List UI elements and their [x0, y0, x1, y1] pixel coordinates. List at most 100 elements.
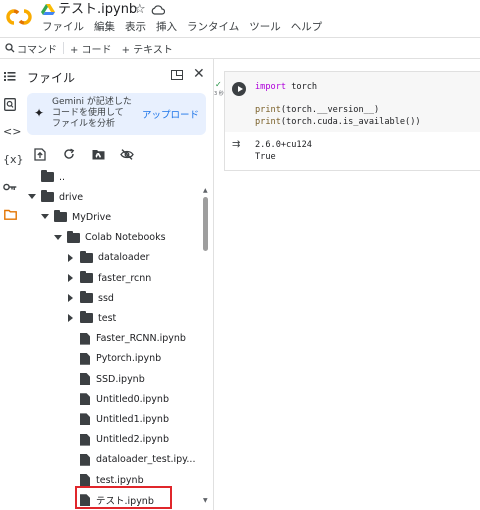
output-menu-icon[interactable]: ⇉	[232, 139, 240, 150]
code-snippets-icon[interactable]: <>	[3, 125, 21, 139]
panel-title: ファイル	[27, 71, 76, 85]
upload-button[interactable]: アップロード	[142, 107, 199, 121]
file-icon	[80, 393, 90, 406]
tree-item-label: test	[98, 312, 117, 324]
menu-bar: ファイル 編集 表示 挿入 ランタイム ツール ヘルプ	[42, 20, 322, 34]
chevron-right-icon[interactable]	[67, 253, 75, 262]
caret-spacer	[67, 375, 75, 383]
scroll-up-icon[interactable]: ▲	[203, 187, 208, 194]
menu-tools[interactable]: ツール	[249, 20, 281, 34]
gemini-text-line: ファイルを分析	[52, 119, 116, 129]
folder-item[interactable]: ssd	[67, 288, 114, 308]
upload-file-icon[interactable]	[32, 146, 48, 162]
chevron-down-icon[interactable]	[41, 213, 49, 221]
toolbar-divider	[63, 42, 64, 54]
code-text[interactable]: import torch print(torch.__version__) pr…	[255, 82, 421, 128]
caret-spacer	[67, 355, 75, 363]
menu-view[interactable]: 表示	[125, 20, 146, 34]
execution-time: 3 秒	[214, 91, 224, 97]
search-icon	[5, 43, 15, 53]
code-cell[interactable]: ✓ 3 秒 import torch print(torch.__version…	[214, 71, 480, 171]
file-item[interactable]: dataloader_test.ipy...	[67, 450, 195, 470]
scroll-down-icon[interactable]: ▼	[203, 497, 208, 504]
tree-item-label: ssd	[98, 292, 114, 304]
folder-icon	[80, 311, 93, 324]
folder-item[interactable]: test	[67, 308, 116, 328]
folder-icon	[54, 210, 67, 223]
caret-spacer	[67, 415, 75, 423]
chevron-right-icon[interactable]	[67, 294, 75, 303]
menu-edit[interactable]: 編集	[94, 20, 115, 34]
notebook-toolbar: コマンド + コード + テキスト	[0, 37, 480, 59]
file-item[interactable]: SSD.ipynb	[67, 369, 145, 389]
chevron-down-icon[interactable]	[28, 193, 36, 201]
refresh-icon[interactable]	[61, 146, 77, 162]
command-label: コマンド	[17, 44, 57, 56]
files-folder-icon[interactable]	[3, 209, 17, 223]
highlight-box	[75, 486, 172, 509]
gemini-promo-card: ✦ Gemini が記述した コードを使用して ファイルを分析 アップロード	[27, 93, 206, 135]
close-icon[interactable]: ✕	[193, 66, 205, 82]
run-cell-button[interactable]	[232, 82, 246, 96]
table-of-contents-icon[interactable]	[3, 71, 17, 85]
folder-icon	[80, 271, 93, 283]
cell-output: 2.6.0+cu124 True	[255, 140, 312, 162]
open-in-tab-icon[interactable]	[171, 70, 183, 80]
file-icon	[80, 413, 90, 426]
notebook-title[interactable]: テスト.ipynb	[58, 2, 137, 18]
menu-insert[interactable]: 挿入	[156, 20, 177, 34]
folder-item[interactable]: faster_rcnn	[67, 268, 151, 288]
folder-item[interactable]: MyDrive	[41, 207, 111, 227]
folder-item[interactable]: dataloader	[67, 248, 149, 268]
file-icon	[80, 433, 90, 446]
tree-item-label: MyDrive	[72, 211, 112, 223]
tree-scrollbar[interactable]: ▲ ▼	[203, 187, 209, 507]
find-icon[interactable]	[3, 98, 17, 112]
star-icon[interactable]: ☆	[134, 2, 146, 18]
folder-item[interactable]: drive	[28, 187, 83, 207]
code-function: print	[255, 116, 281, 127]
code-editor[interactable]: import torch print(torch.__version__) pr…	[225, 72, 480, 132]
caret-spacer	[67, 456, 75, 464]
hide-files-icon[interactable]	[119, 146, 135, 162]
command-palette-button[interactable]: コマンド	[5, 41, 57, 56]
file-item[interactable]: Untitled1.ipynb	[67, 409, 169, 429]
file-icon	[80, 332, 90, 345]
colab-logo[interactable]	[6, 8, 32, 26]
file-item[interactable]: Untitled2.ipynb	[67, 430, 169, 450]
folder-icon	[41, 190, 54, 203]
gemini-text-line: Gemini が記述した	[52, 97, 132, 107]
file-item[interactable]: Untitled0.ipynb	[67, 389, 169, 409]
add-code-button[interactable]: + コード	[70, 41, 112, 56]
caret-spacer	[28, 173, 36, 181]
caret-spacer	[67, 335, 75, 343]
folder-item[interactable]: ..	[28, 167, 65, 187]
tree-item-label: Colab Notebooks	[85, 232, 166, 244]
tree-item-label: Untitled1.ipynb	[96, 413, 169, 425]
menu-help[interactable]: ヘルプ	[291, 20, 323, 34]
cloud-sync-icon[interactable]	[151, 4, 165, 15]
mount-drive-icon[interactable]	[90, 146, 106, 162]
tree-item-label: ..	[59, 171, 66, 183]
variables-icon[interactable]: {x}	[3, 153, 24, 167]
menu-file[interactable]: ファイル	[42, 20, 84, 34]
add-text-button[interactable]: + テキスト	[122, 41, 173, 56]
gemini-promo-text: Gemini が記述した コードを使用して ファイルを分析	[52, 97, 138, 130]
caret-spacer	[67, 496, 75, 504]
tree-item-label: Pytorch.ipynb	[96, 353, 162, 365]
folder-icon	[80, 250, 93, 263]
file-item[interactable]: Pytorch.ipynb	[67, 349, 161, 369]
scroll-thumb[interactable]	[203, 197, 208, 251]
file-item[interactable]: Faster_RCNN.ipynb	[67, 329, 186, 349]
gemini-text-line: コードを使用して	[52, 108, 124, 118]
menu-runtime[interactable]: ランタイム	[187, 20, 239, 34]
folder-item[interactable]: Colab Notebooks	[54, 228, 166, 248]
chevron-right-icon[interactable]	[67, 274, 75, 282]
file-icon	[80, 352, 90, 365]
gemini-spark-icon: ✦	[34, 106, 45, 120]
code-function: print	[255, 105, 281, 115]
chevron-down-icon[interactable]	[54, 234, 62, 242]
secrets-key-icon[interactable]	[3, 181, 17, 195]
file-icon	[80, 474, 90, 486]
chevron-right-icon[interactable]	[67, 314, 75, 323]
